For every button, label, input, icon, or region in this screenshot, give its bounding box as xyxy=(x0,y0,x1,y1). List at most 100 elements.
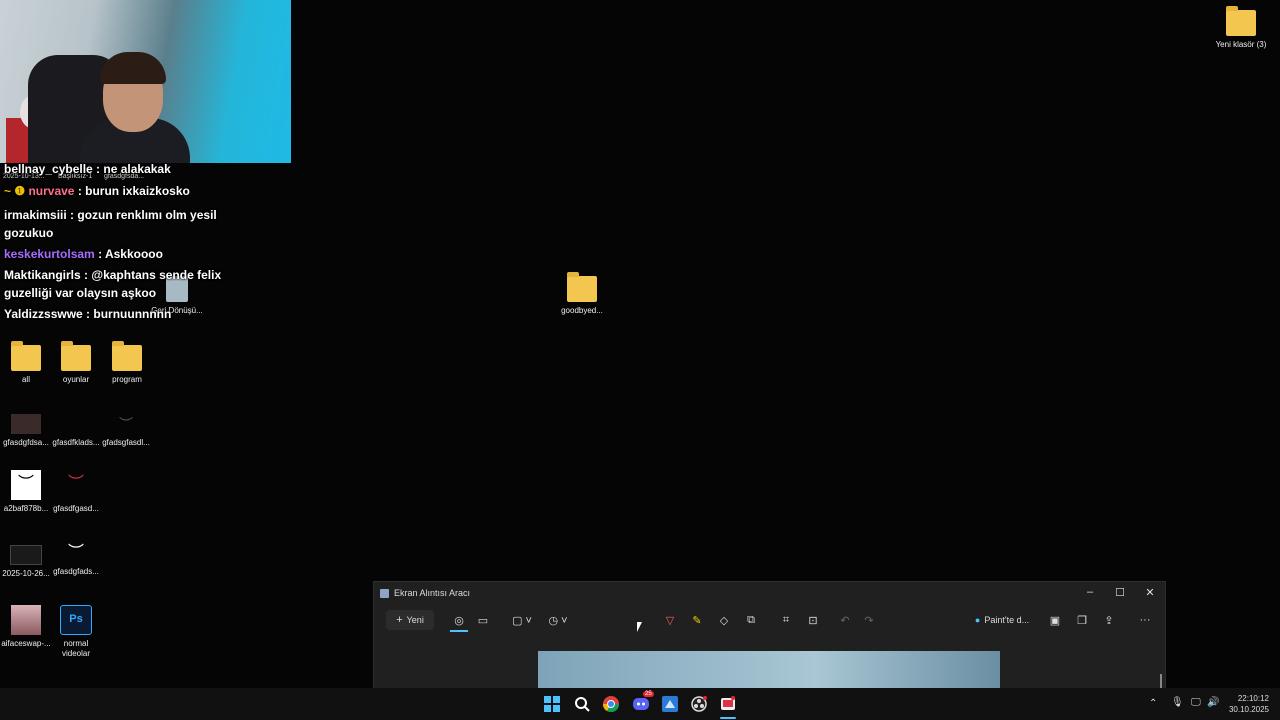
save-button[interactable]: ▣ xyxy=(1046,610,1064,630)
obs-icon xyxy=(691,696,707,712)
maximize-button[interactable]: ☐ xyxy=(1105,582,1135,602)
desktop-file[interactable]: 2025-10-26... xyxy=(0,545,52,579)
volume-icon[interactable]: 🔊 xyxy=(1207,697,1219,708)
folder-icon xyxy=(112,341,142,371)
desktop-icon-label: gfasdgfads... xyxy=(53,567,99,576)
snip-preview-image xyxy=(538,651,1000,689)
chat-username: Maktikangirls xyxy=(4,268,81,282)
clock[interactable]: 22:10:12 30.10.2025 xyxy=(1225,693,1269,715)
desktop-icon-label: gfasdfgasd... xyxy=(53,504,99,513)
window-controls: – ☐ ✕ xyxy=(1075,582,1165,602)
chat-message: bellnay_cybelle : ne alakakak xyxy=(4,160,234,178)
video-camera-icon: ▭ xyxy=(477,614,489,627)
video-thumbnail-icon xyxy=(10,545,42,565)
screenshot-mode-button[interactable]: ◎ xyxy=(450,610,468,632)
plus-icon: + xyxy=(396,614,403,626)
app-icon xyxy=(662,696,678,712)
chat-username: irmakimsiii xyxy=(4,208,67,222)
network-icon[interactable]: 🖵 xyxy=(1191,697,1201,708)
show-hidden-icons-button[interactable]: ⌃ xyxy=(1149,698,1157,709)
desktop-file[interactable]: aifaceswap-... xyxy=(0,605,52,649)
desktop-icon-label: a2baf878b... xyxy=(3,504,49,513)
snipping-tool-window[interactable]: Ekran Alıntısı Aracı – ☐ ✕ + Yeni ◎ ▭ ▢ … xyxy=(373,581,1166,690)
chat-message: irmakimsiii : gozun renklımı olm yesil g… xyxy=(4,206,234,242)
active-indicator xyxy=(720,717,736,719)
snipping-tool-taskbar-button[interactable] xyxy=(720,696,736,712)
desktop-file[interactable]: ︶ gfadsgfasdl... xyxy=(100,414,152,448)
bat-logo-icon: ︶ xyxy=(67,544,84,561)
desktop-icon-label: Yeni klasör (3) xyxy=(1215,40,1267,49)
snip-shape-dropdown[interactable]: ▢ ˅ xyxy=(508,610,536,630)
delay-dropdown[interactable]: ◷ ˅ xyxy=(544,610,572,630)
snip-titlebar[interactable]: Ekran Alıntısı Aracı xyxy=(374,582,1165,604)
window-title: Ekran Alıntısı Aracı xyxy=(394,588,471,598)
copy-button[interactable]: ❐ xyxy=(1073,610,1091,630)
snipping-tool-icon xyxy=(721,696,735,710)
camera-icon: ◎ xyxy=(454,614,464,627)
video-mode-button[interactable]: ▭ xyxy=(474,610,492,630)
clock-time: 22:10:12 xyxy=(1237,694,1269,703)
highlighter-button[interactable]: ✎ xyxy=(688,610,706,630)
desktop-file[interactable]: ︶ gfasdgfads... xyxy=(50,545,102,577)
obs-taskbar-button[interactable] xyxy=(691,696,707,712)
image-thumbnail-icon xyxy=(11,414,41,434)
edit-in-paint-label: Paint'te d... xyxy=(984,615,1030,625)
share-icon: ⇪ xyxy=(1104,614,1114,627)
crop-button[interactable]: ⌗ xyxy=(777,610,795,630)
desktop-file[interactable]: ︶ gfasdfgasd... xyxy=(50,470,102,514)
redo-icon: ↷ xyxy=(864,614,874,627)
desktop-file[interactable]: gfasdfklads... xyxy=(50,414,102,448)
paint-taskbar-button[interactable] xyxy=(662,696,678,712)
chat-message: keskekurtolsam : Askkoooo xyxy=(4,245,234,263)
shapes-button[interactable]: ⧉ xyxy=(742,610,760,630)
desktop-icon-label: program xyxy=(112,375,142,384)
share-button[interactable]: ⇪ xyxy=(1100,610,1118,630)
undo-icon: ↶ xyxy=(840,614,850,627)
desktop-folder-yeni-klasor[interactable]: Yeni klasör (3) xyxy=(1215,6,1267,50)
chat-username: keskekurtolsam xyxy=(4,247,95,261)
rectangle-icon: ▢ ˅ xyxy=(512,614,532,627)
folder-icon xyxy=(61,341,91,371)
search-button[interactable] xyxy=(574,696,590,712)
desktop-file[interactable]: ︶ a2baf878b... xyxy=(0,470,52,514)
edit-in-paint-button[interactable]: ● Paint'te d... xyxy=(970,610,1034,630)
scrollbar[interactable] xyxy=(1160,674,1162,688)
desktop-folder-oyunlar[interactable]: oyunlar xyxy=(50,341,102,385)
chat-text: : ne alakakak xyxy=(92,162,171,176)
eraser-icon: ◇ xyxy=(719,614,729,627)
discord-taskbar-button[interactable]: 25 xyxy=(633,691,654,712)
desktop-icon-label: 2025-10-26... xyxy=(2,569,50,578)
chrome-taskbar-button[interactable] xyxy=(602,696,620,713)
text-actions-button[interactable]: ⊡ xyxy=(804,610,822,630)
shapes-icon: ⧉ xyxy=(747,613,755,626)
redo-button[interactable]: ↷ xyxy=(860,610,878,630)
desktop-icon-label: goodbyed... xyxy=(561,306,603,315)
eraser-button[interactable]: ◇ xyxy=(715,610,733,630)
clock-date: 30.10.2025 xyxy=(1228,705,1269,714)
close-button[interactable]: ✕ xyxy=(1135,582,1165,602)
undo-button[interactable]: ↶ xyxy=(836,610,854,630)
new-snip-button[interactable]: + Yeni xyxy=(386,610,434,630)
chat-badge: ~ ❶ xyxy=(4,184,26,198)
more-options-button[interactable]: ··· xyxy=(1136,610,1154,630)
webcam-overlay xyxy=(0,0,291,163)
minimize-button[interactable]: – xyxy=(1075,582,1105,602)
desktop-file[interactable]: gfasdgfdsa... xyxy=(0,414,52,448)
start-button[interactable] xyxy=(544,696,560,712)
desktop-folder-all[interactable]: all xyxy=(0,341,52,385)
chat-text: : burnuunnnnn xyxy=(82,307,172,321)
search-icon xyxy=(575,697,590,712)
taskbar: 25 ⌃ 🎙 🖵 🔊 22:10:12 30.10.2025 xyxy=(0,688,1280,720)
new-snip-label: Yeni xyxy=(406,615,424,625)
microphone-icon[interactable]: 🎙 xyxy=(1171,697,1184,708)
chat-username: nurvave xyxy=(28,184,75,198)
desktop-folder-goodbyed[interactable]: goodbyed... xyxy=(556,272,608,316)
desktop-icon-label: gfasdfklads... xyxy=(52,438,100,447)
chat-text: : burun ixkaizkosko xyxy=(74,184,190,198)
windows-icon xyxy=(544,696,560,712)
desktop-file[interactable]: Ps normal videolar xyxy=(50,605,102,659)
desktop-folder-program[interactable]: program xyxy=(101,341,153,385)
snipping-tool-app-icon xyxy=(380,588,389,598)
more-icon: ··· xyxy=(1139,614,1151,626)
pen-tool-button[interactable]: ▽ xyxy=(661,610,679,630)
